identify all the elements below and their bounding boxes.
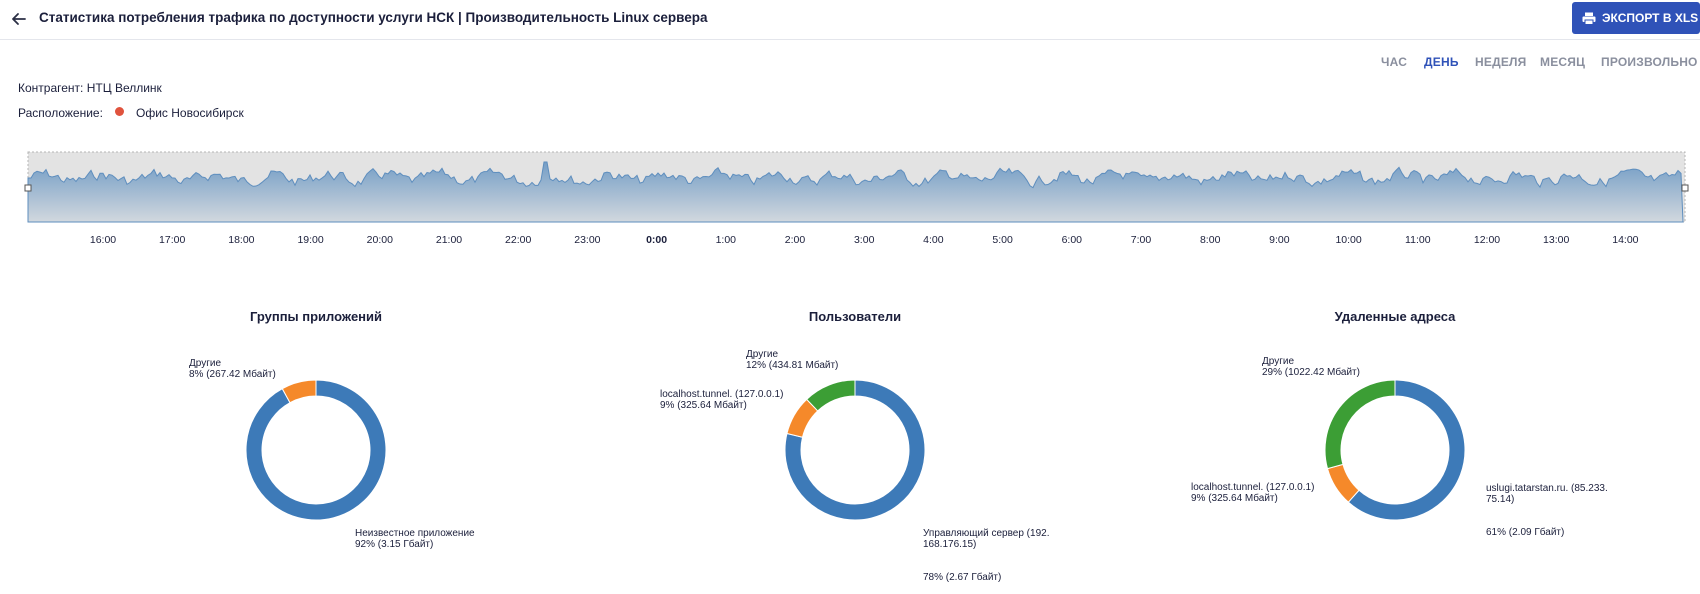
timeline-tick-label: 5:00 [992, 234, 1013, 246]
contractor-label: Контрагент: [18, 81, 84, 95]
slice-name: Другие [746, 349, 779, 360]
back-arrow-icon[interactable] [8, 8, 30, 30]
donut-2-label-uslugi: uslugi.tatarstan.ru. (85.233. 75.14) 61%… [1486, 461, 1608, 549]
tab-month[interactable]: МЕСЯЦ [1540, 55, 1585, 69]
timeline-tick-label: 14:00 [1612, 234, 1638, 246]
export-xls-button[interactable]: ЭКСПОРТ В XLS [1572, 2, 1700, 34]
timeline-tick-label: 16:00 [90, 234, 116, 246]
slice-value: 12% (434.81 Мбайт) [746, 360, 839, 371]
timeline-tick-label: 2:00 [785, 234, 806, 246]
donut-1-label-others: Другие 12% (434.81 Мбайт) [746, 349, 838, 371]
timeline-tick-label: 6:00 [1062, 234, 1083, 246]
slice-name: localhost.tunnel. (127.0.0.1) [1191, 482, 1315, 493]
donut-0-label-unknown-app: Неизвестное приложение 92% (3.15 Гбайт) [355, 528, 475, 550]
slice-value: 8% (267.42 Мбайт) [189, 369, 276, 380]
traffic-timeline-navigator[interactable]: 16:00 17:00 18:00 19:00 20:00 21:00 22:00 23:00… [0, 140, 1700, 250]
tab-day[interactable]: ДЕНЬ [1424, 55, 1459, 69]
timeline-tick-label: 23:00 [574, 234, 600, 246]
location-status-dot [115, 107, 124, 116]
timeline-tick-label: 22:00 [505, 234, 531, 246]
donut-title-users: Пользователи [808, 309, 902, 324]
timeline-tick-label: 0:00 [646, 234, 667, 246]
timeline-tick-label: 7:00 [1131, 234, 1152, 246]
donut-2-label-localhost: localhost.tunnel. (127.0.0.1) 9% (325.64… [1191, 482, 1314, 504]
donut-chart-users [785, 380, 925, 520]
slice-name: uslugi.tatarstan.ru. (85.233. 75.14) [1486, 483, 1608, 505]
page-header: Статистика потребления трафика по доступ… [0, 0, 1700, 40]
timeline-tick-label: 12:00 [1474, 234, 1500, 246]
tab-custom[interactable]: ПРОИЗВОЛЬНО [1601, 55, 1698, 69]
donut-chart-remote-addresses [1325, 380, 1465, 520]
timeline-tick-label: 17:00 [159, 234, 185, 246]
donut-title-remote-addresses: Удаленные адреса [1334, 309, 1456, 324]
timeline-tick-label: 10:00 [1335, 234, 1361, 246]
location-value: Офис Новосибирск [136, 106, 244, 120]
slice-name: Другие [189, 358, 222, 369]
donut-title-app-groups: Группы приложений [249, 309, 383, 324]
period-tabs: ЧАС ДЕНЬ НЕДЕЛЯ МЕСЯЦ ПРОИЗВОЛЬНО [0, 55, 1700, 71]
slice-name: Другие [1262, 356, 1295, 367]
contractor-value: НТЦ Веллинк [86, 81, 162, 95]
tab-hour[interactable]: ЧАС [1381, 55, 1407, 69]
donut-1-label-mgmt-server: Управляющий сервер (192. 168.176.15) 78%… [923, 506, 1049, 594]
timeline-tick-label: 4:00 [923, 234, 944, 246]
contractor-row: Контрагент: НТЦ Веллинк [18, 81, 162, 95]
donut-slice[interactable] [246, 380, 386, 520]
slice-value: 78% (2.67 Гбайт) [923, 572, 1002, 583]
slice-value: 61% (2.09 Гбайт) [1486, 527, 1565, 538]
printer-icon [1582, 12, 1596, 25]
donut-slice[interactable] [1325, 380, 1396, 470]
page-title: Статистика потребления трафика по доступ… [39, 10, 708, 25]
timeline-tick-label: 13:00 [1543, 234, 1569, 246]
slice-name: localhost.tunnel. (127.0.0.1) [660, 389, 784, 400]
tab-week[interactable]: НЕДЕЛЯ [1475, 55, 1526, 69]
timeline-tick-label: 1:00 [716, 234, 737, 246]
timeline-tick-label: 20:00 [367, 234, 393, 246]
timeline-tick-label: 18:00 [228, 234, 254, 246]
slice-value: 29% (1022.42 Мбайт) [1262, 367, 1360, 378]
export-xls-label: ЭКСПОРТ В XLS [1602, 11, 1699, 25]
timeline-tick-label: 11:00 [1405, 234, 1431, 246]
timeline-tick-label: 9:00 [1269, 234, 1290, 246]
navigator-handle-right[interactable] [1681, 184, 1689, 192]
timeline-tick-label: 21:00 [436, 234, 462, 246]
location-label: Расположение: [18, 106, 103, 120]
timeline-tick-label: 19:00 [297, 234, 323, 246]
timeline-tick-label: 3:00 [854, 234, 875, 246]
donut-1-label-localhost: localhost.tunnel. (127.0.0.1) 9% (325.64… [660, 389, 783, 411]
slice-value: 92% (3.15 Гбайт) [355, 539, 434, 550]
timeline-tick-label: 8:00 [1200, 234, 1221, 246]
navigator-handle-left[interactable] [24, 184, 32, 192]
slice-name: Неизвестное приложение [355, 528, 475, 539]
donut-slice[interactable] [805, 380, 856, 412]
slice-value: 9% (325.64 Мбайт) [660, 400, 747, 411]
slice-value: 9% (325.64 Мбайт) [1191, 493, 1278, 504]
donut-2-label-others: Другие 29% (1022.42 Мбайт) [1262, 356, 1360, 378]
donut-0-label-others: Другие 8% (267.42 Мбайт) [189, 358, 276, 380]
slice-name: Управляющий сервер (192. 168.176.15) [923, 528, 1050, 550]
donut-chart-app-groups [246, 380, 386, 520]
